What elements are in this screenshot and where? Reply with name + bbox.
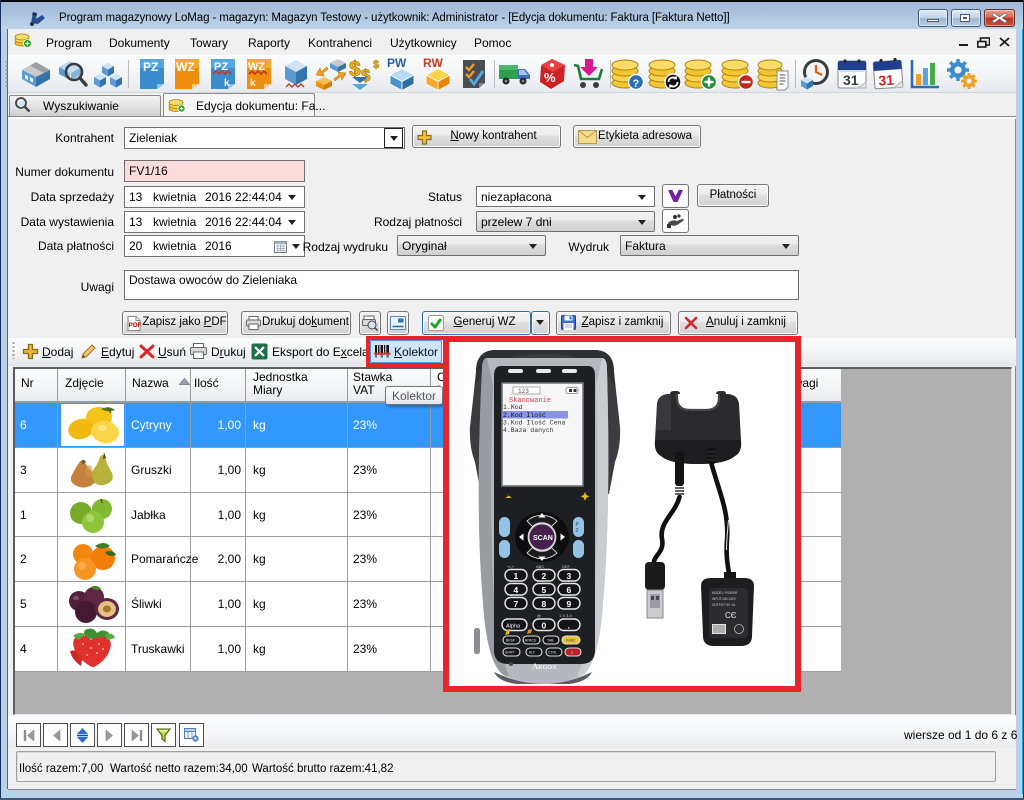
svg-text:SPACE: SPACE <box>525 639 537 643</box>
svg-text:TAB: TAB <box>547 639 554 643</box>
svg-text:INPUT:100-240V: INPUT:100-240V <box>712 597 737 601</box>
svg-text:31: 31 <box>878 72 895 89</box>
svg-text:123: 123 <box>518 388 529 395</box>
svg-text:PZ: PZ <box>143 60 158 74</box>
svg-text:2: 2 <box>576 528 579 534</box>
svg-text:4: 4 <box>514 585 519 595</box>
svg-text:.: . <box>568 621 570 631</box>
svg-text:9: 9 <box>567 599 572 609</box>
svg-text:@ .: @ . <box>537 613 543 618</box>
svg-text:5: 5 <box>542 585 547 595</box>
svg-text:PDF: PDF <box>129 322 142 329</box>
svg-text:3: 3 <box>567 571 572 581</box>
svg-text:8: 8 <box>542 599 547 609</box>
svg-text:SHIFT: SHIFT <box>505 651 515 655</box>
svg-text:FUNC: FUNC <box>566 639 576 643</box>
svg-text:31: 31 <box>843 72 859 88</box>
svg-text:k: k <box>224 78 230 89</box>
svg-text:Alpha: Alpha <box>506 624 521 630</box>
svg-text:WZ: WZ <box>176 60 195 74</box>
svg-text:CЄ: CЄ <box>725 611 737 620</box>
svg-text:ABC: ABC <box>536 564 544 569</box>
svg-text:?: ? <box>633 78 640 90</box>
svg-text:k: k <box>250 78 256 89</box>
svg-text:OUTPUT: 5V 1A: OUTPUT: 5V 1A <box>712 603 736 607</box>
svg-text:6: 6 <box>567 585 572 595</box>
svg-text:SCAN: SCAN <box>533 535 553 542</box>
svg-text:0: 0 <box>542 621 547 631</box>
svg-text:CTRL: CTRL <box>548 651 557 655</box>
svg-text:+/-+: +/-+ <box>507 564 515 569</box>
svg-text:2: 2 <box>542 571 547 581</box>
svg-text:1: 1 <box>514 571 519 581</box>
svg-text:2.Kod Ilość: 2.Kod Ilość <box>503 412 546 419</box>
svg-text:$: $ <box>373 59 379 71</box>
svg-text:7: 7 <box>514 599 519 609</box>
svg-text:PW: PW <box>387 57 407 70</box>
svg-text:MODEL: PSA05R: MODEL: PSA05R <box>712 591 738 595</box>
svg-text:3.Kod Ilość Cena: 3.Kod Ilość Cena <box>503 420 566 427</box>
svg-text:1 X 3.4: 1 X 3.4 <box>559 613 572 618</box>
svg-text:$: $ <box>361 66 371 85</box>
svg-text:o: o <box>571 651 573 655</box>
svg-text:1.Kod: 1.Kod <box>503 404 523 411</box>
svg-text:%: % <box>544 70 556 85</box>
svg-text:BKSP: BKSP <box>506 639 516 643</box>
svg-text:DEF: DEF <box>562 564 571 569</box>
svg-text:RW: RW <box>423 57 443 70</box>
svg-text:ALT: ALT <box>529 651 535 655</box>
svg-text:4.Baza danych: 4.Baza danych <box>503 427 554 434</box>
